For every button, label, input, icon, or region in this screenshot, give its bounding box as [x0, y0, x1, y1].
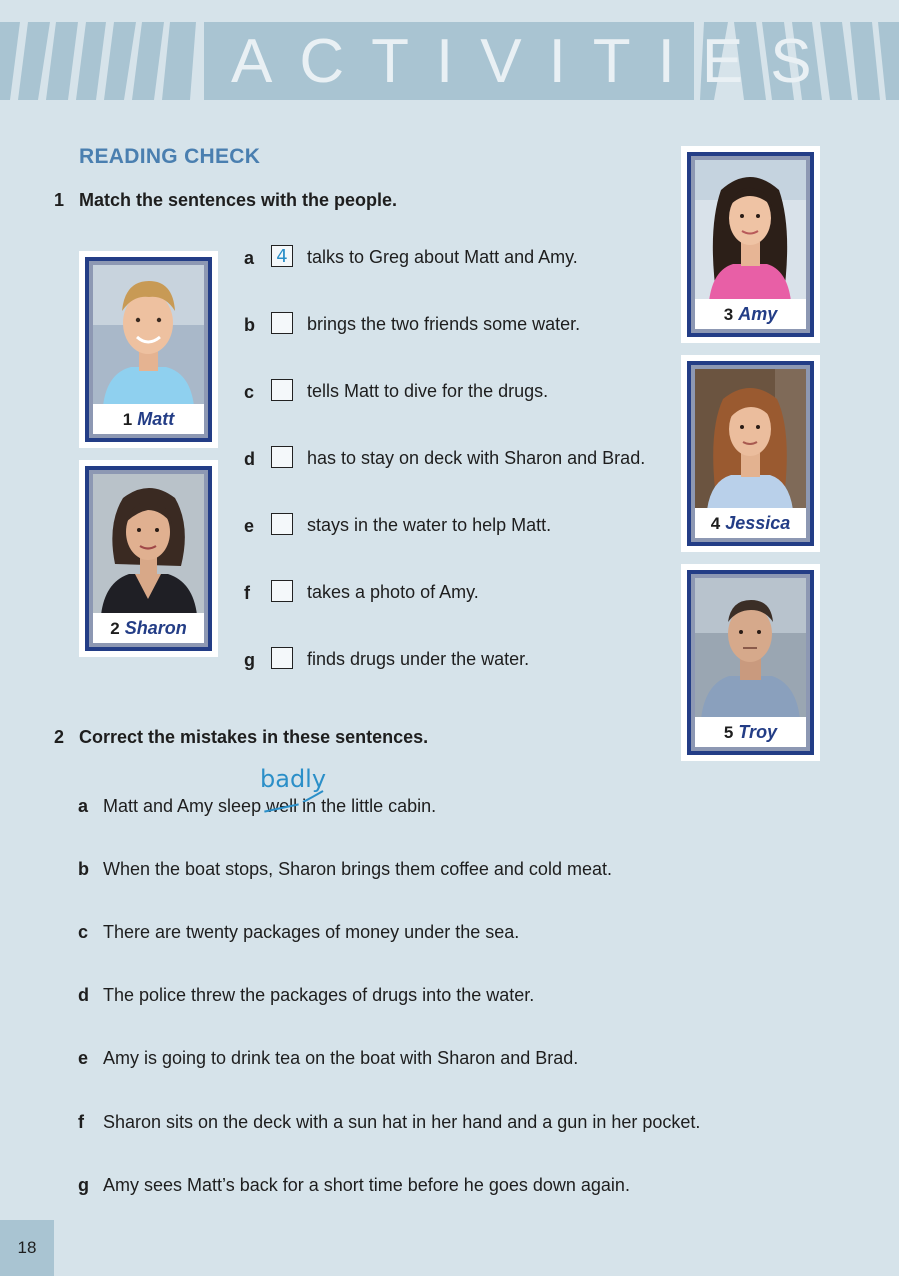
item-letter: b — [244, 315, 255, 335]
answer-box[interactable] — [271, 312, 293, 334]
card-sharon: 2 Sharon — [79, 460, 218, 657]
item-letter: e — [78, 1048, 89, 1068]
item-text: Matt and Amy sleep well in the little ca… — [103, 796, 436, 817]
person-name: Jessica — [725, 513, 791, 533]
item-letter: c — [244, 382, 255, 402]
card-label: 4 Jessica — [695, 508, 806, 538]
answer-box[interactable] — [271, 513, 293, 535]
item-text: takes a photo of Amy. — [307, 582, 479, 602]
item-text: The police threw the packages of drugs i… — [103, 985, 535, 1005]
item-letter: a — [78, 796, 89, 816]
person-number: 2 — [110, 619, 120, 638]
card-label: 2 Sharon — [93, 613, 204, 643]
text-after: in the little cabin. — [297, 796, 437, 816]
sharon-photo — [93, 474, 204, 615]
answer-box[interactable] — [271, 647, 293, 669]
activities-banner: ACTIVITIES — [0, 22, 899, 100]
item-letter: c — [78, 922, 89, 942]
item-letter: d — [78, 985, 89, 1005]
card-matt: 1 Matt — [79, 251, 218, 448]
person-name: Troy — [738, 722, 778, 742]
item-text: When the boat stops, Sharon brings them … — [103, 859, 612, 879]
item-text: Amy is going to drink tea on the boat wi… — [103, 1048, 579, 1068]
section-title: READING CHECK — [79, 145, 261, 168]
jessica-photo — [695, 369, 806, 510]
person-number: 5 — [723, 723, 734, 742]
person-name: Matt — [137, 409, 175, 429]
card-jessica: 4 Jessica — [681, 355, 820, 552]
card-troy: 5 Troy — [681, 564, 820, 761]
item-text: has to stay on deck with Sharon and Brad… — [307, 448, 646, 468]
item-letter: f — [244, 583, 250, 603]
amy-photo — [695, 160, 806, 301]
item-letter: a — [244, 248, 255, 268]
answer-box[interactable]: 4 — [271, 245, 293, 267]
matt-photo — [93, 265, 204, 406]
banner-title: ACTIVITIES — [231, 27, 839, 96]
item-text: brings the two friends some water. — [307, 314, 581, 334]
person-name: Amy — [738, 304, 778, 324]
item-text: stays in the water to help Matt. — [307, 515, 552, 535]
handwritten-correction: badly — [260, 765, 327, 793]
card-label: 5 Troy — [695, 717, 806, 747]
person-number: 4 — [710, 514, 721, 533]
page-number: 18 — [17, 1238, 37, 1257]
text-before: Matt and Amy sleep — [103, 796, 267, 816]
item-letter: g — [244, 650, 255, 670]
card-label: 1 Matt — [93, 404, 204, 434]
item-letter: d — [244, 449, 255, 469]
item-letter: b — [78, 859, 89, 879]
struck-word: well — [266, 796, 298, 816]
item-letter: f — [78, 1112, 84, 1132]
item-text: tells Matt to dive for the drugs. — [307, 381, 549, 401]
answer-box[interactable] — [271, 580, 293, 602]
exercise-1-instruction: Match the sentences with the people. — [79, 190, 398, 210]
answer-box[interactable] — [271, 379, 293, 401]
exercise-1-number: 1 — [54, 190, 65, 210]
person-number: 1 — [122, 410, 133, 429]
item-text: There are twenty packages of money under… — [103, 922, 520, 942]
exercise-2-instruction: Correct the mistakes in these sentences. — [79, 727, 429, 747]
troy-photo — [695, 578, 806, 719]
item-letter: e — [244, 516, 255, 536]
item-text: finds drugs under the water. — [307, 649, 530, 669]
item-text: Amy sees Matt’s back for a short time be… — [103, 1175, 630, 1195]
item-text: talks to Greg about Matt and Amy. — [307, 247, 578, 267]
item-letter: g — [78, 1175, 89, 1195]
card-amy: 3 Amy — [681, 146, 820, 343]
page-number-tab: 18 — [0, 1220, 54, 1276]
item-text: Sharon sits on the deck with a sun hat i… — [103, 1112, 701, 1132]
card-label: 3 Amy — [695, 299, 806, 329]
person-name: Sharon — [124, 618, 187, 638]
answer-box[interactable] — [271, 446, 293, 468]
person-number: 3 — [723, 305, 734, 324]
exercise-2-number: 2 — [54, 727, 65, 747]
